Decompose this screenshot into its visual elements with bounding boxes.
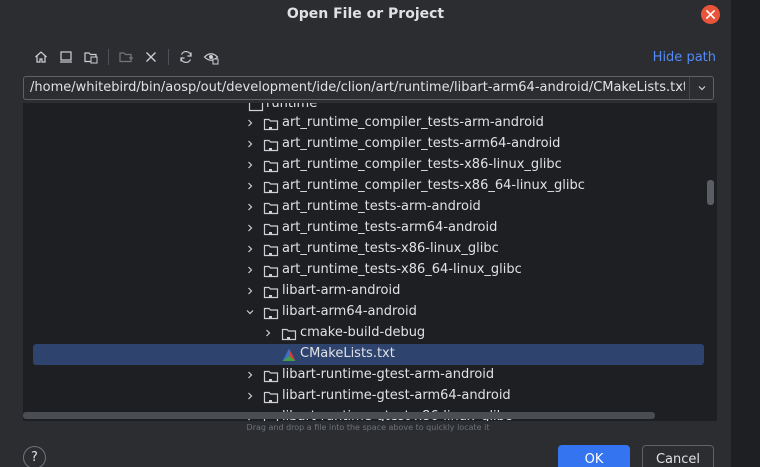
chevron-right-icon[interactable] — [244, 390, 256, 402]
show-hidden-icon — [203, 53, 219, 65]
tree-row-folder[interactable]: libart-arm64-android — [23, 302, 703, 323]
toolbar-separator — [168, 49, 169, 65]
folder-icon — [263, 118, 279, 131]
tree-row-label: libart-arm64-android — [282, 304, 417, 319]
chevron-right-icon[interactable] — [244, 138, 256, 150]
folder-icon — [263, 160, 279, 173]
tree-vertical-scrollbar[interactable] — [707, 180, 714, 205]
tree-row-folder[interactable]: art_runtime_compiler_tests-arm-android — [23, 113, 703, 134]
new-folder-button[interactable] — [115, 46, 137, 68]
chevron-right-icon[interactable] — [244, 159, 256, 171]
tree-horizontal-scrollbar[interactable] — [23, 412, 655, 419]
tree-row-label: libart-runtime-gtest-arm64-android — [282, 388, 511, 403]
project-folder-button[interactable] — [80, 46, 102, 68]
tree-row-folder[interactable]: art_runtime_compiler_tests-x86_64-linux_… — [23, 176, 703, 197]
folder-icon — [263, 265, 279, 278]
tree-row-folder[interactable]: art_runtime_compiler_tests-x86-linux_gli… — [23, 155, 703, 176]
close-button[interactable] — [701, 5, 720, 24]
tree-row-folder[interactable]: art_runtime_tests-x86_64-linux_glibc — [23, 260, 703, 281]
chevron-right-icon[interactable] — [244, 117, 256, 129]
title-bar: Open File or Project — [0, 0, 731, 30]
folder-icon — [263, 244, 279, 257]
tree-row-folder[interactable]: libart-runtime-gtest-arm64-android — [23, 386, 703, 407]
tree-row-label: CMakeLists.txt — [300, 346, 395, 361]
path-dropdown-button[interactable] — [689, 77, 713, 99]
folder-icon — [281, 328, 297, 341]
dialog-title: Open File or Project — [286, 6, 445, 22]
folder-icon — [263, 391, 279, 404]
tree-row-folder[interactable]: art_runtime_compiler_tests-arm64-android — [23, 134, 703, 155]
chevron-down-icon — [698, 86, 705, 91]
folder-icon — [263, 370, 279, 383]
tree-row-label: art_runtime_tests-x86_64-linux_glibc — [282, 262, 522, 277]
toolbar-separator — [108, 49, 109, 65]
delete-icon — [146, 52, 156, 62]
tree-row-label: art_runtime_compiler_tests-arm-android — [282, 115, 544, 130]
cmake-icon — [282, 348, 296, 361]
close-icon — [706, 10, 715, 19]
tree-row-label: art_runtime_tests-arm64-android — [282, 220, 498, 235]
folder-icon — [263, 223, 279, 236]
background-window-edge — [731, 0, 760, 467]
project-folder-icon — [84, 52, 98, 64]
folder-icon — [263, 202, 279, 215]
refresh-button[interactable] — [175, 46, 197, 68]
show-hidden-button[interactable] — [200, 46, 222, 68]
tree-row-folder[interactable]: cmake-build-debug — [23, 323, 703, 344]
ok-button[interactable]: OK — [558, 445, 630, 467]
chevron-right-icon[interactable] — [244, 285, 256, 297]
tree-row-label: cmake-build-debug — [300, 325, 426, 340]
desktop-icon — [60, 51, 72, 63]
tree-row-folder[interactable]: art_runtime_tests-arm64-android — [23, 218, 703, 239]
tree-row-label: runtime — [266, 103, 318, 111]
chevron-right-icon[interactable] — [244, 243, 256, 255]
tree-row-label: art_runtime_tests-arm-android — [282, 199, 481, 214]
tree-row-label: libart-runtime-gtest-arm-android — [282, 367, 495, 382]
folder-icon — [263, 286, 279, 299]
hide-path-link[interactable]: Hide path — [653, 50, 716, 65]
desktop-button[interactable] — [55, 46, 77, 68]
home-button[interactable] — [30, 46, 52, 68]
path-input[interactable]: /home/whitebird/bin/aosp/out/development… — [30, 80, 685, 95]
folder-icon — [263, 181, 279, 194]
refresh-icon — [180, 51, 192, 63]
delete-button[interactable] — [140, 46, 162, 68]
new-folder-icon — [119, 52, 133, 63]
open-file-dialog: Open File or Project Hide path /home/whi… — [0, 0, 731, 467]
tree-row-folder[interactable]: art_runtime_tests-arm-android — [23, 197, 703, 218]
drag-drop-hint: Drag and drop a file into the space abov… — [246, 423, 490, 432]
tree-row-label: art_runtime_compiler_tests-x86_64-linux_… — [282, 178, 585, 193]
tree-row-folder[interactable]: art_runtime_tests-x86-linux_glibc — [23, 239, 703, 260]
tree-row-label: art_runtime_compiler_tests-arm64-android — [282, 136, 561, 151]
chevron-right-icon[interactable] — [262, 327, 274, 339]
tree-row-file[interactable]: CMakeLists.txt — [23, 344, 704, 365]
tree-row-label: libart-arm-android — [282, 283, 401, 298]
folder-icon — [263, 307, 279, 320]
chevron-right-icon[interactable] — [244, 222, 256, 234]
chevron-down-icon[interactable] — [244, 306, 256, 318]
folder-icon — [263, 139, 279, 152]
chevron-right-icon[interactable] — [244, 369, 256, 381]
file-tree[interactable]: runtime art_runtime_compiler_tests-arm-a… — [23, 103, 717, 421]
toolbar — [30, 46, 225, 68]
chevron-right-icon[interactable] — [244, 264, 256, 276]
chevron-right-icon[interactable] — [244, 180, 256, 192]
help-button[interactable]: ? — [23, 446, 46, 467]
tree-row-label: art_runtime_compiler_tests-x86-linux_gli… — [282, 157, 562, 172]
tree-row-folder[interactable]: libart-runtime-gtest-arm-android — [23, 365, 703, 386]
chevron-right-icon[interactable] — [244, 201, 256, 213]
tree-row-folder[interactable]: libart-arm-android — [23, 281, 703, 302]
home-icon — [35, 51, 47, 63]
tree-row-label: art_runtime_tests-x86-linux_glibc — [282, 241, 499, 256]
cancel-button[interactable]: Cancel — [642, 445, 714, 467]
path-combobox[interactable]: /home/whitebird/bin/aosp/out/development… — [23, 76, 714, 100]
folder-icon — [248, 103, 264, 112]
